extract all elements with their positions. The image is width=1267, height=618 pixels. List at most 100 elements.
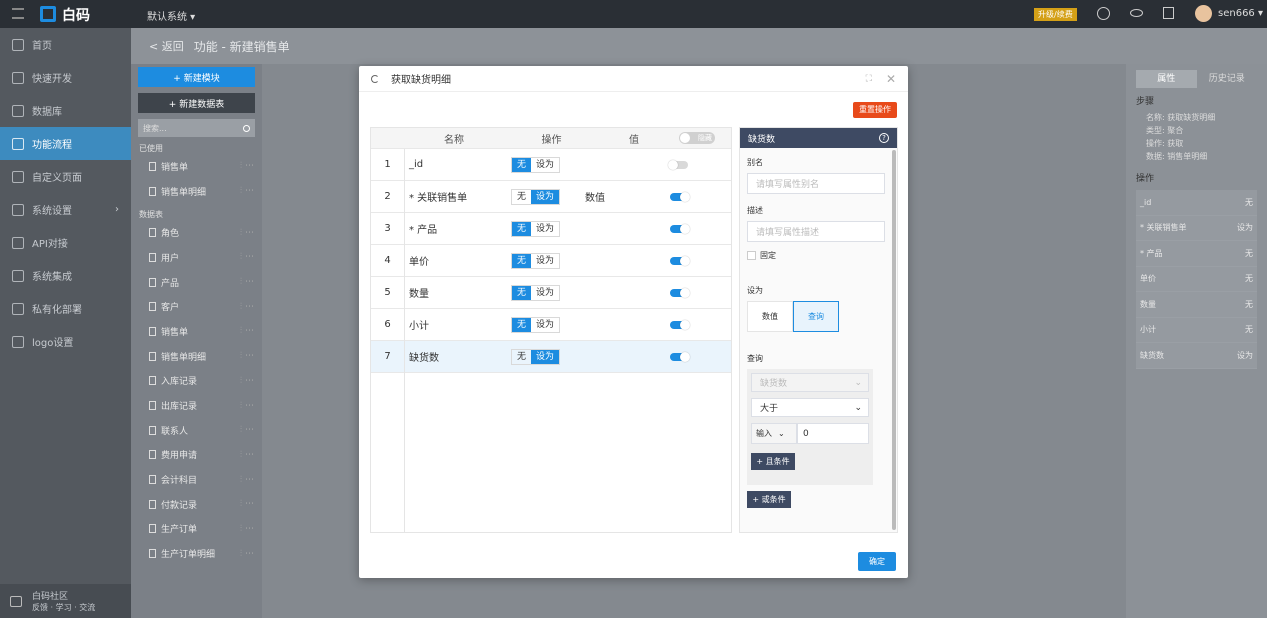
more-icon[interactable]: ⫶ ⋯: [240, 252, 254, 262]
export-icon[interactable]: [1163, 7, 1174, 19]
op-row[interactable]: * 关联销售单 设为: [1136, 215, 1257, 241]
sidebar-item-8[interactable]: 私有化部署: [0, 292, 131, 325]
table-row[interactable]: 2 * 关联销售单 无设为 数值: [371, 181, 731, 213]
more-icon[interactable]: ⫶ ⋯: [240, 499, 254, 509]
table-row[interactable]: 6 小计 无设为: [371, 309, 731, 341]
help-icon[interactable]: ?: [879, 133, 889, 143]
sidebar-item-1[interactable]: 快速开发: [0, 61, 131, 94]
row-visible-toggle[interactable]: [670, 255, 691, 266]
query-input-type[interactable]: 输入 ⌄: [751, 423, 797, 444]
more-icon[interactable]: ⫶ ⋯: [240, 425, 254, 435]
detail-scrollbar[interactable]: [892, 150, 896, 530]
table-list-item[interactable]: 客户 ⫶ ⋯: [131, 294, 262, 319]
op-set-option[interactable]: 设为: [531, 158, 559, 172]
back-link[interactable]: < 返回: [149, 38, 184, 54]
table-list-item[interactable]: 用户 ⫶ ⋯: [131, 245, 262, 270]
op-set-option[interactable]: 设为: [531, 222, 559, 236]
sidebar-item-4[interactable]: 自定义页面: [0, 160, 131, 193]
table-list-item[interactable]: 销售单明细 ⫶ ⋯: [131, 344, 262, 369]
new-table-button[interactable]: + 新建数据表: [138, 93, 255, 113]
query-value-input[interactable]: 0: [797, 423, 869, 444]
op-row[interactable]: 数量 无: [1136, 292, 1257, 318]
op-none-option[interactable]: 无: [512, 285, 532, 300]
table-row[interactable]: 7 缺货数 无设为: [371, 341, 731, 373]
tab-history[interactable]: 历史记录: [1197, 70, 1258, 88]
more-icon[interactable]: ⫶ ⋯: [240, 302, 254, 312]
op-none-option[interactable]: 无: [512, 253, 532, 268]
table-list-item[interactable]: 入库记录 ⫶ ⋯: [131, 369, 262, 394]
avatar[interactable]: [1195, 5, 1212, 22]
row-visible-toggle[interactable]: [670, 351, 691, 362]
op-set-option[interactable]: 设为: [531, 318, 559, 332]
op-none-option[interactable]: 无: [512, 317, 532, 332]
sidebar-item-2[interactable]: 数据库: [0, 94, 131, 127]
op-row[interactable]: 缺货数 设为: [1136, 343, 1257, 369]
op-segmented[interactable]: 无设为: [511, 316, 561, 333]
upgrade-badge[interactable]: 升级/续费: [1034, 8, 1077, 21]
op-row[interactable]: 单价 无: [1136, 266, 1257, 292]
op-row[interactable]: 小计 无: [1136, 317, 1257, 343]
more-icon[interactable]: ⫶ ⋯: [240, 475, 254, 485]
confirm-button[interactable]: 确定: [858, 552, 896, 571]
table-list-item[interactable]: 付款记录 ⫶ ⋯: [131, 492, 262, 517]
play-icon[interactable]: [1097, 7, 1110, 20]
menu-icon[interactable]: [12, 8, 24, 19]
user-menu[interactable]: sen666 ▾: [1218, 8, 1263, 19]
setas-option-value[interactable]: 数值: [747, 301, 793, 332]
row-visible-toggle[interactable]: [670, 191, 691, 202]
search-input[interactable]: 搜索...: [138, 119, 255, 137]
table-list-item[interactable]: 销售单 ⫶ ⋯: [131, 319, 262, 344]
op-segmented[interactable]: 无设为: [511, 252, 561, 269]
query-field-select[interactable]: 缺货数 ⌄: [751, 373, 869, 392]
refresh-icon[interactable]: [371, 74, 379, 83]
sidebar-item-6[interactable]: API对接: [0, 226, 131, 259]
row-visible-toggle[interactable]: [670, 223, 691, 234]
sidebar-item-3[interactable]: 功能流程: [0, 127, 131, 160]
hide-all-toggle[interactable]: 隐藏: [679, 132, 715, 144]
op-row[interactable]: _id 无: [1136, 190, 1257, 216]
op-none-option[interactable]: 无: [512, 157, 532, 172]
new-module-button[interactable]: + 新建模块: [138, 67, 255, 87]
and-condition-button[interactable]: + 且条件: [751, 453, 795, 470]
community-link[interactable]: 白码社区 反馈 · 学习 · 交流: [0, 584, 131, 618]
sidebar-item-7[interactable]: 系统集成: [0, 259, 131, 292]
desc-input[interactable]: 请填写属性描述: [747, 221, 885, 242]
table-list-item[interactable]: 费用申请 ⫶ ⋯: [131, 443, 262, 468]
op-row[interactable]: * 产品 无: [1136, 241, 1257, 267]
table-list-item[interactable]: 销售单 ⫶ ⋯: [131, 154, 262, 179]
tab-properties[interactable]: 属性: [1136, 70, 1197, 88]
more-icon[interactable]: ⫶ ⋯: [240, 549, 254, 559]
op-none-option[interactable]: 无: [512, 350, 531, 364]
op-none-option[interactable]: 无: [512, 190, 531, 204]
or-condition-button[interactable]: + 或条件: [747, 491, 791, 508]
op-segmented[interactable]: 无设为: [511, 284, 561, 301]
table-list-item[interactable]: 联系人 ⫶ ⋯: [131, 418, 262, 443]
fixed-checkbox[interactable]: [747, 251, 756, 260]
query-op-select[interactable]: 大于 ⌄: [751, 398, 869, 417]
more-icon[interactable]: ⫶ ⋯: [240, 326, 254, 336]
table-row[interactable]: 5 数量 无设为: [371, 277, 731, 309]
row-visible-toggle[interactable]: [670, 319, 691, 330]
op-set-option[interactable]: 设为: [531, 189, 560, 204]
op-set-option[interactable]: 设为: [531, 254, 559, 268]
table-list-item[interactable]: 出库记录 ⫶ ⋯: [131, 393, 262, 418]
op-set-option[interactable]: 设为: [531, 286, 559, 300]
alias-input[interactable]: 请填写属性别名: [747, 173, 885, 194]
more-icon[interactable]: ⫶ ⋯: [240, 186, 254, 196]
close-icon[interactable]: ✕: [886, 72, 896, 86]
op-segmented[interactable]: 无设为: [511, 188, 561, 205]
more-icon[interactable]: ⫶ ⋯: [240, 524, 254, 534]
op-segmented[interactable]: 无设为: [511, 220, 561, 237]
system-selector[interactable]: 默认系统 ▾: [147, 8, 195, 23]
reset-button[interactable]: 重置操作: [853, 102, 897, 118]
row-visible-toggle[interactable]: [668, 159, 689, 170]
more-icon[interactable]: ⫶ ⋯: [240, 228, 254, 238]
sidebar-item-5[interactable]: 系统设置 ›: [0, 193, 131, 226]
table-list-item[interactable]: 销售单明细 ⫶ ⋯: [131, 179, 262, 204]
more-icon[interactable]: ⫶ ⋯: [240, 351, 254, 361]
sidebar-item-9[interactable]: logo设置: [0, 325, 131, 358]
table-list-item[interactable]: 角色 ⫶ ⋯: [131, 220, 262, 245]
expand-icon[interactable]: ⛶: [866, 74, 872, 84]
eye-icon[interactable]: [1130, 9, 1143, 17]
more-icon[interactable]: ⫶ ⋯: [240, 161, 254, 171]
